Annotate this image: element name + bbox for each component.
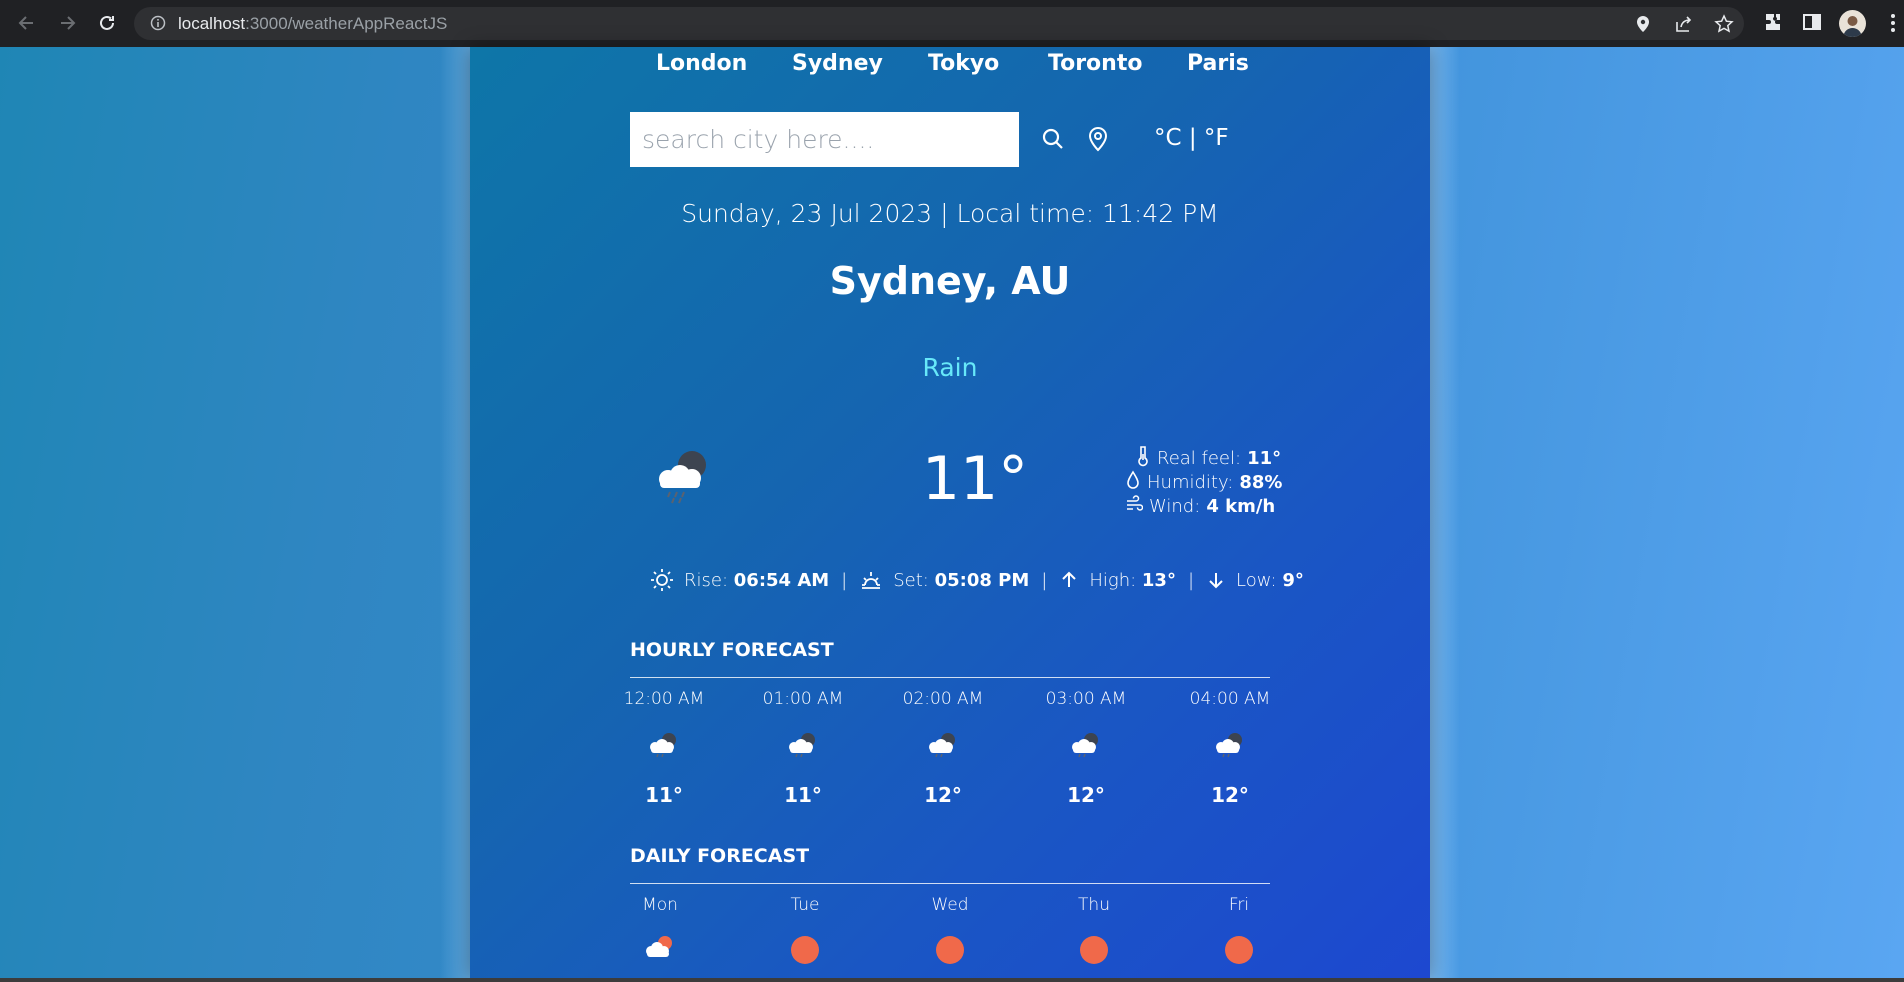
hourly-temp: 11° xyxy=(784,783,822,807)
sun-icon xyxy=(650,568,674,592)
low-value: 9° xyxy=(1282,569,1304,591)
rain-cloud-icon xyxy=(1213,731,1247,763)
wind-icon xyxy=(1125,495,1144,518)
address-bar[interactable]: localhost:3000/weatherAppReactJS xyxy=(134,7,1744,40)
droplet-icon xyxy=(1125,470,1141,495)
daily-day: Mon xyxy=(642,895,678,915)
reload-icon[interactable] xyxy=(94,10,120,36)
separator: | xyxy=(1041,569,1048,591)
rain-cloud-icon xyxy=(1069,731,1103,763)
high-value: 13° xyxy=(1141,569,1176,591)
hourly-temp: 11° xyxy=(645,783,683,807)
daily-day: Thu xyxy=(1078,895,1110,915)
daily-divider xyxy=(630,883,1270,884)
sunset-label: Set: xyxy=(893,569,929,591)
daily-day: Wed xyxy=(931,895,969,915)
hourly-time: 12:00 AM xyxy=(623,689,705,709)
city-link-paris[interactable]: Paris xyxy=(1187,51,1249,76)
humidity-label: Humidity: xyxy=(1147,472,1234,493)
hourly-temp: 12° xyxy=(924,783,962,807)
rain-cloud-icon xyxy=(786,731,820,763)
search-icon[interactable] xyxy=(1041,127,1065,155)
rain-cloud-icon xyxy=(926,731,960,763)
wind-row: Wind: 4 km/h xyxy=(1125,495,1275,518)
hourly-time: 01:00 AM xyxy=(762,689,844,709)
wind-value: 4 km/h xyxy=(1206,496,1276,517)
search-input[interactable] xyxy=(630,112,1019,167)
daily-forecast-title: DAILY FORECAST xyxy=(630,845,810,867)
app-shadow-left xyxy=(440,47,470,982)
sunset-icon xyxy=(859,568,883,592)
browser-toolbar: localhost:3000/weatherAppReactJS xyxy=(0,0,1904,47)
rain-cloud-icon xyxy=(650,447,720,511)
forward-icon[interactable] xyxy=(54,10,80,36)
daily-day: Tue xyxy=(790,895,820,915)
weather-condition: Rain xyxy=(922,353,978,382)
arrow-down-icon xyxy=(1206,570,1226,590)
city-link-tokyo[interactable]: Tokyo xyxy=(928,51,999,76)
rain-cloud-icon xyxy=(647,731,681,763)
hourly-forecast-title: HOURLY FORECAST xyxy=(630,639,834,661)
city-link-sydney[interactable]: Sydney xyxy=(792,51,883,76)
url-host: localhost xyxy=(178,14,246,33)
location-pin-icon[interactable] xyxy=(1634,14,1652,38)
high-label: High: xyxy=(1089,569,1137,591)
city-link-london[interactable]: London xyxy=(656,51,747,76)
location-icon[interactable] xyxy=(1087,126,1109,156)
daily-day: Fri xyxy=(1228,895,1250,915)
thermometer-icon xyxy=(1135,445,1151,472)
window-bottom-edge xyxy=(0,978,1904,982)
sun-summary-row: Rise: 06:54 AM | Set: 05:08 PM | High: 1… xyxy=(650,565,1304,595)
bookmark-star-icon[interactable] xyxy=(1714,14,1734,38)
url-path: :3000/weatherAppReactJS xyxy=(245,14,448,33)
weather-app: London Sydney Tokyo Toronto Paris °C | °… xyxy=(470,47,1430,979)
separator: | xyxy=(841,569,848,591)
humidity-row: Humidity: 88% xyxy=(1125,470,1282,495)
location-title: Sydney, AU xyxy=(829,259,1071,303)
share-icon[interactable] xyxy=(1674,14,1694,38)
low-label: Low: xyxy=(1236,569,1277,591)
url-text: localhost:3000/weatherAppReactJS xyxy=(178,14,447,34)
separator: | xyxy=(1187,569,1195,591)
sun-icon xyxy=(1224,935,1254,969)
city-link-toronto[interactable]: Toronto xyxy=(1048,51,1142,76)
sunrise-label: Rise: xyxy=(684,569,729,591)
hourly-time: 02:00 AM xyxy=(902,689,984,709)
real-feel-row: Real feel: 11° xyxy=(1135,445,1281,472)
local-datetime: Sunday, 23 Jul 2023 | Local time: 11:42 … xyxy=(681,199,1219,228)
hourly-temp: 12° xyxy=(1067,783,1105,807)
unit-toggle[interactable]: °C | °F xyxy=(1154,125,1229,151)
sun-icon xyxy=(935,935,965,969)
wind-label: Wind: xyxy=(1149,496,1201,517)
sun-icon xyxy=(790,935,820,969)
sun-icon xyxy=(1079,935,1109,969)
sunrise-value: 06:54 AM xyxy=(733,569,830,591)
current-temperature: 11° xyxy=(921,444,1029,514)
hourly-time: 04:00 AM xyxy=(1189,689,1271,709)
profile-avatar[interactable] xyxy=(1839,10,1866,37)
menu-kebab-icon[interactable] xyxy=(1890,12,1896,38)
sunset-value: 05:08 PM xyxy=(934,569,1030,591)
site-info-icon[interactable] xyxy=(150,15,166,35)
back-icon[interactable] xyxy=(14,10,40,36)
city-nav: London Sydney Tokyo Toronto Paris xyxy=(470,51,1430,87)
extensions-icon[interactable] xyxy=(1762,11,1784,37)
hourly-temp: 12° xyxy=(1211,783,1249,807)
real-feel-label: Real feel: xyxy=(1157,448,1242,469)
cloud-sun-icon xyxy=(643,933,677,965)
hourly-time: 03:00 AM xyxy=(1045,689,1127,709)
humidity-value: 88% xyxy=(1239,472,1283,493)
side-panel-icon[interactable] xyxy=(1801,11,1823,37)
app-shadow-right xyxy=(1430,47,1460,982)
real-feel-value: 11° xyxy=(1247,448,1282,469)
arrow-up-icon xyxy=(1059,570,1079,590)
hourly-divider xyxy=(630,677,1270,678)
